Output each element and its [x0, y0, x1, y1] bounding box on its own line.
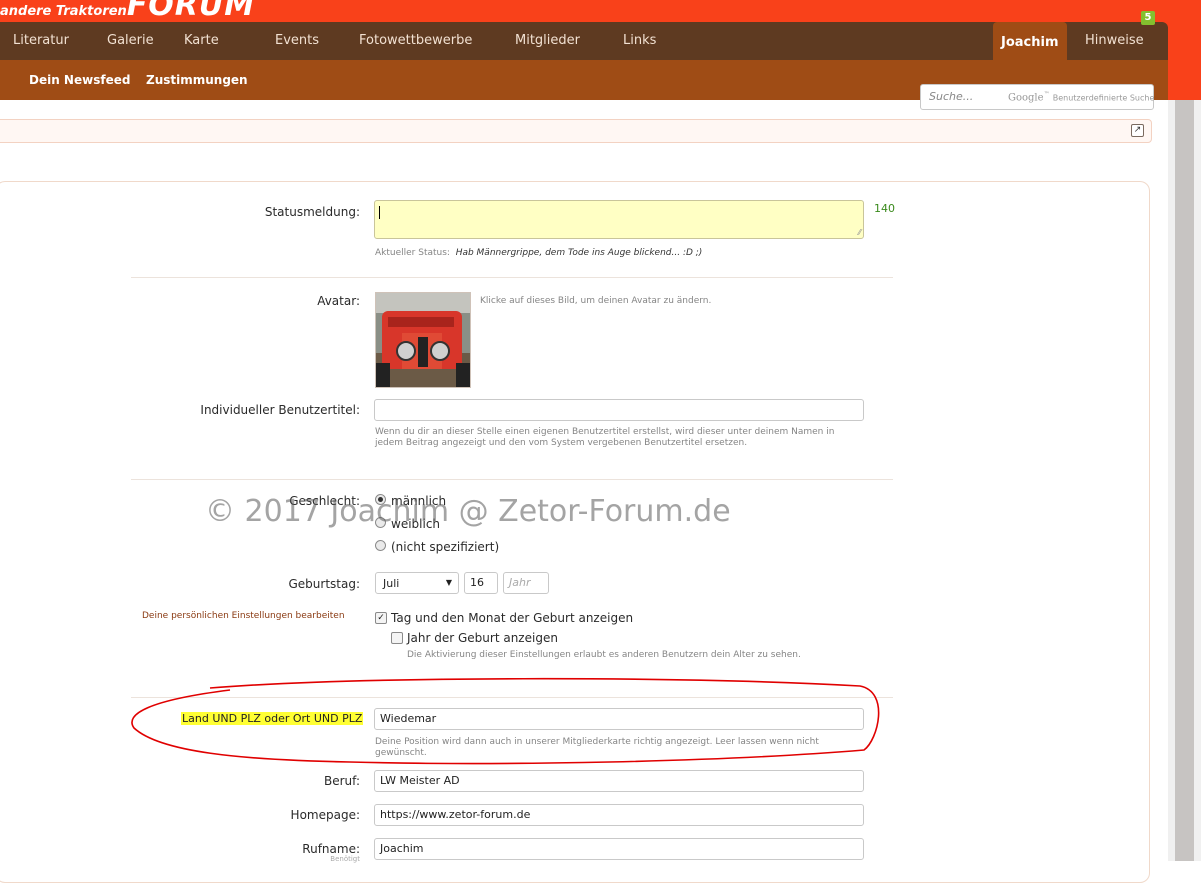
logo-forum-text: FORUM [126, 0, 256, 23]
birthday-month-value: Juli [383, 577, 400, 590]
nav-links[interactable]: Links [623, 33, 656, 48]
privacy-settings-link[interactable]: Deine persönlichen Einstellungen bearbei… [142, 611, 345, 621]
subnav-zustimmungen[interactable]: Zustimmungen [146, 73, 248, 87]
custom-search-text: Benutzerdefinierte Suche [1052, 93, 1155, 103]
nickname-label: Rufname: [302, 842, 360, 856]
nickname-input[interactable]: Joachim [374, 838, 864, 860]
show-day-month-checkbox[interactable]: ✓ [375, 612, 387, 624]
gender-radio-unspecified[interactable] [375, 540, 386, 551]
section-divider [131, 277, 893, 278]
search-placeholder: Suche... [929, 90, 974, 103]
nav-mitglieder[interactable]: Mitglieder [515, 33, 580, 48]
gender-option-unspecified[interactable]: (nicht spezifiziert) [391, 540, 499, 554]
current-status-line: Aktueller Status: Hab Männergrippe, dem … [375, 248, 702, 259]
nav-user-name: Joachim [1001, 35, 1059, 50]
birthday-year-input[interactable]: Jahr [503, 572, 549, 594]
nav-galerie[interactable]: Galerie [107, 33, 154, 48]
show-year-label[interactable]: Jahr der Geburt anzeigen [407, 631, 558, 645]
custom-title-hint: Wenn du dir an dieser Stelle einen eigen… [375, 427, 835, 448]
nav-literatur[interactable]: Literatur [13, 33, 69, 48]
birthday-month-select[interactable]: Juli ▼ [375, 572, 459, 594]
avatar-hint: Klicke auf dieses Bild, um deinen Avatar… [480, 296, 712, 306]
homepage-input[interactable]: https://www.zetor-forum.de [374, 804, 864, 826]
resize-handle-icon[interactable]: ⁄⁄ [858, 228, 861, 237]
nav-fotowettbewerbe[interactable]: Fotowettbewerbe [359, 33, 472, 48]
birthday-label: Geburtstag: [288, 577, 360, 591]
external-link-icon[interactable]: ↗ [1131, 124, 1144, 137]
scrollbar-track[interactable] [1175, 100, 1194, 861]
red-annotation-circle [131, 677, 880, 765]
section-divider [131, 479, 893, 480]
birthday-day-input[interactable]: 16 [464, 572, 498, 594]
show-year-checkbox[interactable] [391, 632, 403, 644]
subnav-newsfeed[interactable]: Dein Newsfeed [29, 73, 130, 87]
nav-hinweise[interactable]: Hinweise [1085, 33, 1144, 48]
tractor-photo [376, 293, 470, 387]
nav-karte[interactable]: Karte [184, 33, 219, 48]
current-status-label: Aktueller Status: [375, 248, 450, 258]
logo-small-text: andere Traktoren [0, 4, 127, 19]
breadcrumb-bar [0, 119, 1152, 143]
custom-title-input[interactable] [374, 399, 864, 421]
google-logo-text: Google [1008, 92, 1044, 104]
text-caret [379, 206, 380, 219]
alerts-count-badge: 5 [1141, 11, 1155, 25]
status-char-counter: 140 [874, 202, 895, 215]
custom-title-label: Individueller Benutzertitel: [200, 403, 360, 417]
occupation-label: Beruf: [324, 774, 360, 788]
page-scrollbar[interactable] [1168, 100, 1201, 861]
nav-events[interactable]: Events [275, 33, 319, 48]
occupation-input[interactable]: LW Meister AD [374, 770, 864, 792]
search-input[interactable]: Suche... Google™ Benutzerdefinierte Such… [920, 84, 1154, 110]
current-status-text: Hab Männergrippe, dem Tode ins Auge blic… [455, 248, 703, 258]
copyright-watermark: © 2017 Joachim @ Zetor-Forum.de [205, 494, 731, 529]
avatar-label: Avatar: [317, 294, 360, 308]
show-day-month-label[interactable]: Tag und den Monat der Geburt anzeigen [391, 611, 633, 625]
site-logo[interactable]: andere TraktorenFORUM [0, 0, 255, 23]
nickname-required-note: Benötigt [330, 855, 360, 863]
status-textarea[interactable]: ⁄⁄ [374, 200, 864, 239]
chevron-down-icon: ▼ [445, 578, 452, 587]
avatar-image[interactable] [375, 292, 471, 388]
google-custom-search-label: Google™ Benutzerdefinierte Suche [1008, 91, 1155, 104]
status-label: Statusmeldung: [264, 205, 360, 219]
nav-user-tab[interactable]: Joachim [993, 22, 1067, 60]
homepage-label: Homepage: [290, 808, 360, 822]
privacy-hint: Die Aktivierung dieser Einstellungen erl… [407, 650, 801, 660]
